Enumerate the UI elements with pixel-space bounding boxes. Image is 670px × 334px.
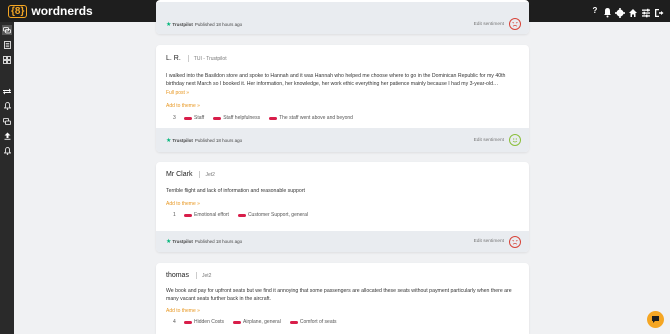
review-author: L. R.	[166, 55, 189, 62]
logo-mark: {8}	[8, 4, 28, 18]
tag-label: Hidden Costs	[194, 319, 225, 325]
card-footer: ★ Trustpilot Published 18 hours ago Edit…	[156, 2, 529, 34]
review-author: Mr Clark	[166, 171, 201, 178]
upload-icon[interactable]	[2, 131, 12, 141]
review-text: I walked into the Basildon store and spo…	[166, 73, 506, 87]
conversation-icon[interactable]	[2, 116, 12, 126]
theme-tag[interactable]: The staff went above and beyond	[269, 115, 353, 121]
logout-icon[interactable]	[654, 5, 664, 23]
gear-icon[interactable]	[615, 5, 625, 23]
add-to-theme-link[interactable]: Add to theme »	[156, 201, 529, 207]
tag-label: Airplane, general	[243, 319, 281, 325]
source-name: Trustpilot	[172, 21, 193, 27]
edit-sentiment-link[interactable]: Edit sentiment	[474, 239, 504, 244]
theme-tag[interactable]: Staff helpfulness	[213, 115, 260, 121]
theme-tag[interactable]: Staff	[184, 115, 204, 121]
tag-label: Staff helpfulness	[223, 115, 261, 121]
home-icon[interactable]	[628, 5, 638, 23]
review-card: ★ Trustpilot Published 18 hours ago Edit…	[156, 0, 529, 34]
source-name: Trustpilot	[172, 239, 193, 244]
chat-button[interactable]	[647, 311, 664, 328]
tag-label: Emotional effort	[194, 212, 229, 218]
tag-bar	[184, 320, 192, 324]
theme-tag[interactable]: Airplane, general	[233, 319, 281, 325]
review-card: Mr Clark Jet2 Terrible flight and lack o…	[156, 162, 529, 252]
bell-icon[interactable]	[603, 5, 612, 23]
tag-count: 3	[173, 115, 176, 121]
wordnerds-logo[interactable]: {8} wordnerds	[8, 4, 93, 18]
swap-icon[interactable]	[2, 86, 12, 96]
sad-face-icon[interactable]	[509, 18, 521, 30]
notification-icon[interactable]	[2, 146, 12, 156]
card-header: Mr Clark Jet2	[156, 162, 529, 178]
card-header: L. R. TUI - Trustpilot	[156, 45, 529, 62]
tag-bar	[237, 213, 246, 217]
theme-tag[interactable]: Emotional effort	[184, 212, 229, 218]
card-footer: ★ Trustpilot Published 18 hours ago Edit…	[156, 231, 529, 252]
theme-tags: 1 Emotional effort Customer Support, gen…	[156, 212, 529, 218]
tag-label: The staff went above and beyond	[279, 115, 353, 121]
full-post-link[interactable]: Full post »	[156, 90, 529, 96]
chat-bubble-icon	[652, 316, 659, 323]
review-source: Jet2	[205, 171, 215, 178]
review-source: Jet2	[201, 272, 212, 279]
app-name: wordnerds	[31, 4, 93, 18]
edit-sentiment-link[interactable]: Edit sentiment	[474, 138, 504, 143]
review-card: L. R. TUI - Trustpilot I walked into the…	[156, 45, 529, 152]
happy-face-icon[interactable]	[509, 134, 521, 146]
filter-icon[interactable]	[641, 5, 651, 23]
tag-bar	[289, 320, 298, 324]
bell-icon[interactable]	[2, 101, 12, 111]
sad-face-icon[interactable]	[509, 235, 521, 248]
help-icon[interactable]: ?	[591, 4, 599, 17]
card-footer: ★ Trustpilot Published 18 hours ago Edit…	[156, 128, 529, 152]
published-time: Published 18 hours ago	[194, 21, 243, 27]
review-text: Terrible flight and lack of information …	[166, 188, 305, 194]
published-time: Published 18 hours ago	[194, 239, 243, 244]
theme-tag[interactable]: Comfort of seats	[289, 319, 337, 325]
edit-sentiment-link[interactable]: Edit sentiment	[474, 22, 504, 27]
card-header: thomas Jet2	[156, 263, 529, 279]
source-name: Trustpilot	[172, 137, 193, 143]
tag-bar	[233, 320, 242, 324]
review-source: TUI - Trustpilot	[193, 55, 227, 62]
review-text: We book and pay for upfront seats but we…	[166, 288, 512, 302]
tag-label: Comfort of seats	[299, 319, 337, 325]
theme-tag[interactable]: Customer Support, general	[237, 212, 308, 218]
review-author: thomas	[166, 272, 197, 279]
document-icon[interactable]	[2, 40, 12, 50]
tag-bar	[269, 116, 278, 120]
tag-label: Staff	[194, 115, 205, 121]
published-time: Published 18 hours ago	[194, 137, 243, 143]
theme-tags: 4 Hidden Costs Airplane, general Comfort…	[156, 319, 529, 325]
tag-label: Customer Support, general	[247, 212, 308, 218]
star-icon: ★	[166, 137, 172, 144]
review-card: thomas Jet2 We book and pay for upfront …	[156, 263, 529, 334]
sidebar	[0, 22, 14, 334]
add-to-theme-link[interactable]: Add to theme »	[156, 103, 529, 109]
tag-bar	[184, 116, 192, 120]
theme-tags: 3 Staff Staff helpfulness The staff went…	[156, 115, 529, 121]
tag-count: 1	[173, 212, 176, 218]
tag-bar	[184, 213, 192, 217]
grid-icon[interactable]	[2, 55, 12, 65]
chat-icon[interactable]	[2, 25, 12, 35]
tag-bar	[213, 116, 222, 120]
star-icon: ★	[166, 21, 172, 28]
star-icon: ★	[166, 239, 172, 245]
tag-count: 4	[173, 319, 176, 325]
theme-tag[interactable]: Hidden Costs	[184, 319, 224, 325]
add-to-theme-link[interactable]: Add to theme »	[156, 308, 529, 314]
